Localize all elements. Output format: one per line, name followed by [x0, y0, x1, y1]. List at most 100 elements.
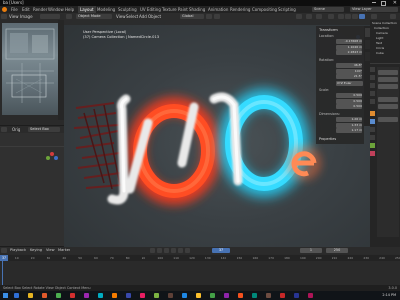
taskbar-app-icon[interactable] — [126, 293, 131, 298]
scale-y-field[interactable]: 0.500 — [336, 98, 362, 104]
taskbar-app-icon[interactable] — [266, 293, 271, 298]
taskbar-app-icon[interactable] — [42, 293, 47, 298]
prop-tab-world-icon[interactable] — [370, 99, 375, 104]
menu-help[interactable]: Help — [63, 6, 76, 13]
window-minimize-icon[interactable] — [372, 2, 376, 3]
taskbar-app-icon[interactable] — [14, 293, 19, 298]
tab-sculpting[interactable]: Sculpting — [116, 6, 139, 13]
prop-field[interactable] — [378, 97, 398, 102]
location-y-field[interactable]: 1.1046 m — [336, 44, 362, 50]
menu-image[interactable]: Image — [20, 14, 33, 19]
end-frame-field[interactable]: 250 — [326, 248, 348, 253]
taskbar-app-icon[interactable] — [98, 293, 103, 298]
taskbar-app-icon[interactable] — [196, 293, 201, 298]
rotation-y-field[interactable]: 100° — [336, 68, 362, 74]
current-frame-field[interactable]: 37 — [212, 248, 230, 253]
left-gizmo-green-dot[interactable] — [46, 156, 50, 160]
tab-texture-paint[interactable]: Texture Paint — [160, 6, 190, 13]
tab-scripting[interactable]: Scripting — [276, 6, 298, 13]
tab-layout[interactable]: Layout — [78, 6, 96, 13]
jump-end-icon[interactable] — [185, 248, 190, 253]
taskbar-app-icon[interactable] — [168, 293, 173, 298]
timeline-type-icon[interactable] — [1, 248, 7, 253]
outliner-filter-icon[interactable] — [390, 14, 396, 19]
prop-tab-object-icon[interactable] — [370, 111, 375, 116]
jump-start-icon[interactable] — [150, 248, 155, 253]
taskbar-app-icon[interactable] — [112, 293, 117, 298]
timeline-ruler[interactable]: 0102030405060708090100110120130140150160… — [0, 255, 400, 261]
taskbar-app-icon[interactable] — [140, 293, 145, 298]
menu-timeline-view[interactable]: View — [46, 248, 55, 253]
taskbar-app-icon[interactable] — [294, 293, 299, 298]
start-frame-field[interactable]: 1 — [300, 248, 322, 253]
prev-keyframe-icon[interactable] — [157, 248, 162, 253]
dimensions-y-field[interactable]: 1.33 m — [336, 122, 362, 128]
properties-section-label[interactable]: Properties — [319, 137, 336, 142]
prop-tab-tool-icon[interactable] — [370, 67, 375, 72]
scale-z-field[interactable]: 0.500 — [336, 104, 362, 109]
next-keyframe-icon[interactable] — [178, 248, 183, 253]
prop-tab-constraint-icon[interactable] — [370, 135, 375, 140]
tab-shading[interactable]: Shading — [187, 6, 207, 13]
tab-rendering[interactable]: Rendering — [228, 6, 252, 13]
prop-tab-scene-icon[interactable] — [370, 91, 375, 96]
prop-field[interactable] — [378, 117, 398, 122]
prop-tab-data-icon[interactable] — [370, 143, 375, 148]
taskbar-app-icon[interactable] — [238, 293, 243, 298]
scale-x-field[interactable]: 0.500 — [336, 93, 362, 98]
prop-tab-modifier-icon[interactable] — [370, 119, 375, 124]
left-gizmo-blue-dot[interactable] — [54, 156, 58, 160]
taskbar-app-icon[interactable] — [210, 293, 215, 298]
prop-tab-render-icon[interactable] — [370, 75, 375, 80]
editor-type-icon[interactable] — [1, 14, 7, 19]
rotation-mode-dropdown[interactable]: XYZ Euler — [336, 81, 363, 86]
dimensions-x-field[interactable]: 1.26 m — [336, 117, 362, 122]
taskbar-app-icon[interactable] — [224, 293, 229, 298]
taskbar-app-icon[interactable] — [280, 293, 285, 298]
new-image-button[interactable] — [40, 14, 60, 19]
menu-marker[interactable]: Marker — [58, 248, 70, 253]
timeline-tick-label: 100 — [157, 256, 164, 260]
taskbar-app-icon[interactable] — [182, 293, 187, 298]
outliner-item[interactable]: Cube — [376, 51, 384, 56]
menu-playback[interactable]: Playback — [10, 248, 26, 253]
prop-field[interactable] — [378, 77, 398, 82]
play-reverse-icon[interactable] — [164, 248, 169, 253]
taskbar-app-icon[interactable] — [308, 293, 313, 298]
tab-modeling[interactable]: Modeling — [95, 6, 117, 13]
prop-field[interactable] — [378, 70, 398, 75]
editor-type-icon-2[interactable] — [1, 127, 7, 132]
taskbar-app-icon[interactable] — [56, 293, 61, 298]
menu-edit[interactable]: Edit — [20, 6, 32, 13]
orig-label[interactable]: Orig — [12, 127, 20, 132]
taskbar-app-icon[interactable] — [28, 293, 33, 298]
taskbar-app-icon[interactable] — [84, 293, 89, 298]
prop-tab-physics-icon[interactable] — [370, 127, 375, 132]
image-preview[interactable] — [2, 23, 58, 115]
windows-start-icon[interactable] — [3, 293, 8, 298]
play-icon[interactable] — [171, 248, 176, 253]
taskbar-app-icon[interactable] — [154, 293, 159, 298]
rotation-x-field[interactable]: 46.8° — [336, 63, 362, 68]
location-x-field[interactable]: -0.17668 m — [336, 39, 362, 44]
menu-keying[interactable]: Keying — [30, 248, 42, 253]
left-gizmo-red-dot[interactable] — [50, 152, 54, 156]
tab-animation[interactable]: Animation — [206, 6, 230, 13]
taskbar-app-icon[interactable] — [70, 293, 75, 298]
location-z-field[interactable]: 2.2843 m — [336, 50, 362, 55]
prop-tab-output-icon[interactable] — [370, 83, 375, 88]
prop-field[interactable] — [378, 84, 398, 89]
outliner-type-icon[interactable] — [371, 14, 377, 19]
scene-selector[interactable]: Scene — [312, 7, 344, 12]
menu-view[interactable]: View — [9, 14, 19, 19]
prop-tab-material-icon[interactable] — [370, 151, 375, 156]
rotation-z-field[interactable]: 21.5° — [336, 74, 362, 79]
menu-file[interactable]: File — [9, 6, 20, 13]
blender-logo-icon[interactable] — [2, 7, 7, 12]
taskbar-app-icon[interactable] — [252, 293, 257, 298]
tab-compositing[interactable]: Compositing — [250, 6, 279, 13]
dimensions-z-field[interactable]: 1.17 m — [336, 128, 362, 133]
prop-field[interactable] — [378, 104, 398, 109]
view-layer-selector[interactable]: View Layer — [350, 7, 398, 12]
select-box-button[interactable]: Select Box — [28, 127, 60, 132]
